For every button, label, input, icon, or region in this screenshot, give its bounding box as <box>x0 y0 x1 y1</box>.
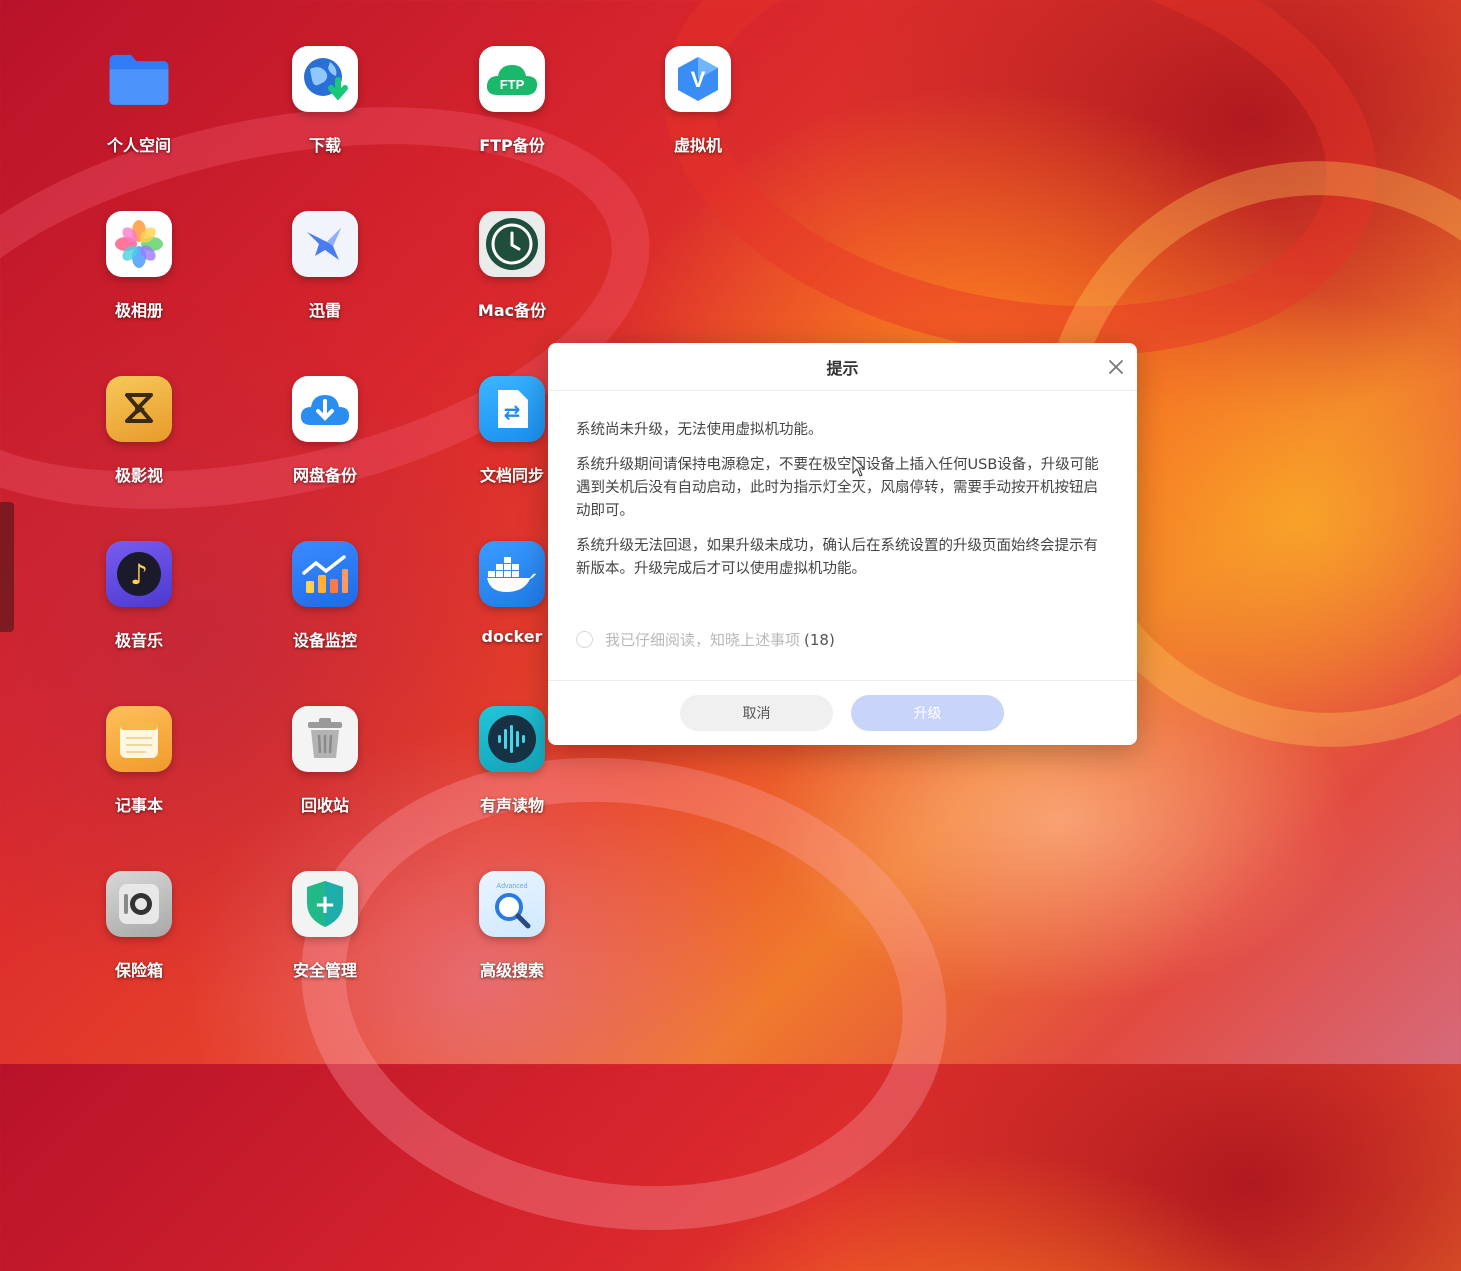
app-label: 虚拟机 <box>673 136 722 155</box>
app-safe[interactable]: 保险箱 <box>69 871 209 981</box>
thunder-bird-icon <box>292 211 358 277</box>
app-label: 迅雷 <box>308 301 341 320</box>
app-label: 个人空间 <box>106 136 171 155</box>
app-label: 极相册 <box>114 301 163 320</box>
dialog-body: 系统尚未升级，无法使用虚拟机功能。 系统升级期间请保持电源稳定，不要在极空间设备… <box>548 391 1137 581</box>
desktop-app-grid: 个人空间 下载 FTP FTP备份 V 虚拟机 极相册 迅雷 Mac备份 极影视… <box>0 0 731 1064</box>
app-device-monitor[interactable]: 设备监控 <box>255 541 395 651</box>
svg-text:+: + <box>314 890 336 920</box>
photos-icon <box>106 211 172 277</box>
video-icon <box>106 376 172 442</box>
security-shield-icon: + <box>292 871 358 937</box>
time-machine-icon <box>479 211 545 277</box>
svg-text:FTP: FTP <box>500 77 525 92</box>
close-icon[interactable] <box>1107 358 1125 376</box>
app-label: 极影视 <box>114 466 163 485</box>
app-notepad[interactable]: 记事本 <box>69 706 209 816</box>
folder-icon <box>106 46 172 112</box>
docker-icon <box>479 541 545 607</box>
app-label: FTP备份 <box>479 136 545 155</box>
dialog-paragraph: 系统升级无法回退，如果升级未成功，确认后在系统设置的升级页面始终会提示有新版本。… <box>576 538 1098 577</box>
svg-text:♪: ♪ <box>130 558 148 591</box>
app-label: 极音乐 <box>114 631 163 650</box>
safe-icon <box>106 871 172 937</box>
dialog-paragraph: 系统尚未升级，无法使用虚拟机功能。 <box>576 422 823 438</box>
acknowledge-checkbox-row[interactable]: 我已仔细阅读，知晓上述事项 (18) <box>576 629 835 650</box>
svg-text:V: V <box>691 67 706 92</box>
app-label: Mac备份 <box>477 301 547 320</box>
app-label: docker <box>481 627 543 646</box>
ftp-cloud-icon: FTP <box>479 46 545 112</box>
app-advanced-search[interactable]: Advanced 高级搜索 <box>442 871 582 981</box>
app-download[interactable]: 下载 <box>255 46 395 156</box>
app-label: 高级搜索 <box>479 961 544 980</box>
app-photos[interactable]: 极相册 <box>69 211 209 321</box>
app-label: 保险箱 <box>114 961 163 980</box>
app-personal-space[interactable]: 个人空间 <box>69 46 209 156</box>
svg-text:⇄: ⇄ <box>504 400 521 424</box>
app-recycle-bin[interactable]: 回收站 <box>255 706 395 816</box>
app-label: 文档同步 <box>479 466 544 485</box>
svg-text:Advanced: Advanced <box>496 883 527 890</box>
app-label: 记事本 <box>114 796 163 815</box>
globe-download-icon <box>292 46 358 112</box>
app-label: 安全管理 <box>292 961 357 980</box>
app-security[interactable]: + 安全管理 <box>255 871 395 981</box>
upgrade-prompt-dialog: 提示 系统尚未升级，无法使用虚拟机功能。 系统升级期间请保持电源稳定，不要在极空… <box>548 343 1137 745</box>
dialog-footer: 取消 升级 <box>548 680 1137 746</box>
cloud-download-icon <box>292 376 358 442</box>
dialog-title: 提示 <box>826 358 859 378</box>
app-music[interactable]: ♪ 极音乐 <box>69 541 209 651</box>
music-icon: ♪ <box>106 541 172 607</box>
app-virtual-machine[interactable]: V 虚拟机 <box>628 46 768 156</box>
device-monitor-icon <box>292 541 358 607</box>
app-label: 有声读物 <box>479 796 544 815</box>
upgrade-button[interactable]: 升级 <box>851 695 1004 731</box>
acknowledge-label: 我已仔细阅读，知晓上述事项 <box>605 631 801 649</box>
virtual-machine-icon: V <box>665 46 731 112</box>
dialog-paragraph: 系统升级期间请保持电源稳定，不要在极空间设备上插入任何USB设备，升级可能遇到关… <box>576 457 1099 519</box>
app-cloud-backup[interactable]: 网盘备份 <box>255 376 395 486</box>
app-mac-backup[interactable]: Mac备份 <box>442 211 582 321</box>
app-label: 回收站 <box>300 796 349 815</box>
advanced-search-icon: Advanced <box>479 871 545 937</box>
acknowledge-radio[interactable] <box>576 631 593 648</box>
document-sync-icon: ⇄ <box>479 376 545 442</box>
cancel-button[interactable]: 取消 <box>680 695 833 731</box>
app-label: 下载 <box>308 136 341 155</box>
app-video[interactable]: 极影视 <box>69 376 209 486</box>
app-label: 设备监控 <box>292 631 357 650</box>
notepad-icon <box>106 706 172 772</box>
countdown-timer: (18) <box>804 630 835 649</box>
dialog-header: 提示 <box>548 343 1137 391</box>
app-label: 网盘备份 <box>292 466 357 485</box>
trash-icon <box>292 706 358 772</box>
app-ftp-backup[interactable]: FTP FTP备份 <box>442 46 582 156</box>
audiobook-icon <box>479 706 545 772</box>
app-thunder[interactable]: 迅雷 <box>255 211 395 321</box>
mouse-cursor-icon <box>852 456 866 477</box>
